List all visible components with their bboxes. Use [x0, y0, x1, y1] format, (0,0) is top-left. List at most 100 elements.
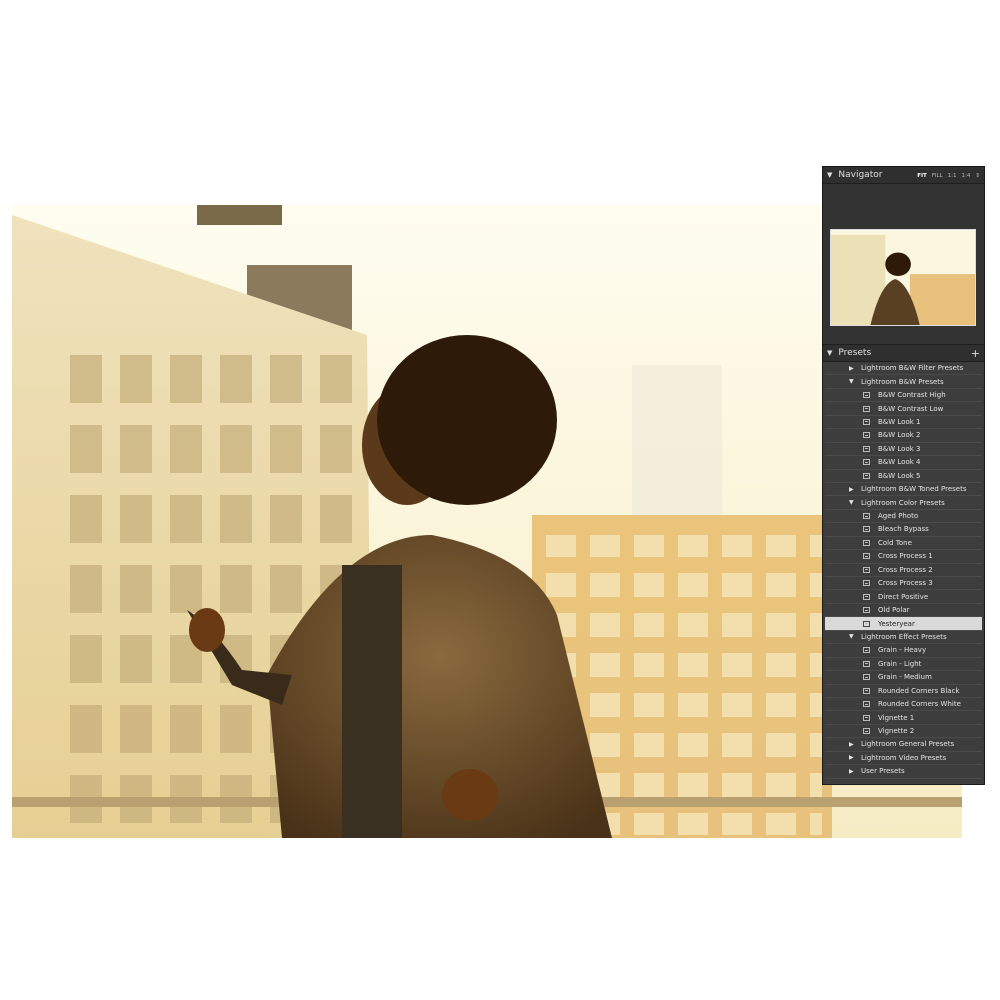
preset-label: B&W Contrast High — [878, 391, 946, 400]
preset-folder[interactable]: ▶ Lightroom B&W Filter Presets — [825, 362, 982, 376]
preset-icon — [863, 674, 870, 681]
preset-item[interactable]: Direct Positive — [825, 590, 982, 604]
preset-label: Lightroom Effect Presets — [861, 632, 947, 641]
preset-icon — [863, 580, 870, 587]
navigator-preview — [823, 184, 984, 345]
preset-item[interactable]: Cold Tone — [825, 537, 982, 551]
preset-icon — [863, 392, 870, 399]
preset-item[interactable]: Vignette 1 — [825, 711, 982, 725]
preset-folder[interactable]: ▼ Lightroom Color Presets — [825, 496, 982, 510]
collapsed-triangle-icon[interactable]: ▶ — [849, 486, 861, 493]
collapsed-triangle-icon[interactable]: ▶ — [849, 768, 861, 775]
photo-canvas — [12, 205, 962, 838]
preset-item[interactable]: Cross Process 1 — [825, 550, 982, 564]
preset-icon — [863, 607, 870, 614]
preset-item[interactable]: Bleach Bypass — [825, 523, 982, 537]
preset-item[interactable]: Cross Process 2 — [825, 564, 982, 577]
preset-item[interactable]: Grain - Heavy — [825, 644, 982, 658]
preset-folder[interactable]: ▶ Lightroom Video Presets — [825, 752, 982, 766]
zoom-1-4[interactable]: 1:4 — [962, 173, 971, 179]
preset-item[interactable]: Old Polar — [825, 604, 982, 618]
preset-icon — [863, 418, 870, 425]
preset-folder[interactable]: ▼ Lightroom B&W Presets — [825, 375, 982, 389]
preset-label: User Presets — [861, 767, 905, 776]
collapse-triangle-icon[interactable]: ▼ — [827, 349, 832, 357]
preset-folder[interactable]: ▼ Lightroom Effect Presets — [825, 631, 982, 645]
preset-label: B&W Look 5 — [878, 471, 921, 480]
preset-label: Lightroom B&W Presets — [861, 377, 944, 386]
preset-item[interactable]: Vignette 2 — [825, 725, 982, 739]
preset-item[interactable]: B&W Look 5 — [825, 470, 982, 483]
preset-folder[interactable]: ▶ Lightroom B&W Toned Presets — [825, 483, 982, 497]
preset-icon — [863, 728, 870, 735]
preset-label: Lightroom Color Presets — [861, 498, 945, 507]
preset-folder[interactable]: ▶ User Presets — [825, 765, 982, 779]
preset-item[interactable]: B&W Contrast Low — [825, 402, 982, 416]
preset-label: Lightroom B&W Toned Presets — [861, 485, 967, 494]
preset-icon — [863, 687, 870, 694]
preset-label: Rounded Corners Black — [878, 686, 960, 695]
preset-label: Cross Process 2 — [878, 565, 933, 574]
expanded-triangle-icon[interactable]: ▼ — [849, 499, 861, 506]
preset-label: B&W Contrast Low — [878, 404, 944, 413]
collapsed-triangle-icon[interactable]: ▶ — [849, 754, 861, 761]
preset-item[interactable]: Grain - Medium — [825, 671, 982, 685]
preset-item[interactable]: B&W Look 4 — [825, 456, 982, 470]
preset-icon — [863, 647, 870, 654]
preset-icon — [863, 432, 870, 439]
plus-icon[interactable]: + — [971, 347, 980, 360]
preset-item[interactable]: B&W Look 2 — [825, 429, 982, 443]
preset-icon — [863, 513, 870, 520]
preset-label: Rounded Corners White — [878, 700, 961, 709]
preset-item[interactable]: B&W Look 3 — [825, 443, 982, 457]
zoom-fill[interactable]: FILL — [932, 173, 943, 179]
preset-icon — [863, 472, 870, 479]
preset-icon — [863, 701, 870, 708]
preset-icon — [863, 539, 870, 546]
preset-icon — [863, 620, 870, 627]
preset-label: Vignette 2 — [878, 727, 915, 736]
preset-label: Direct Positive — [878, 592, 929, 601]
preset-item[interactable]: Grain - Light — [825, 658, 982, 672]
zoom-options: FIT FILL 1:1 1:4 ⇕ — [912, 170, 980, 180]
preset-item[interactable]: Rounded Corners White — [825, 698, 982, 712]
preset-icon — [863, 566, 870, 573]
preset-label: Bleach Bypass — [878, 525, 929, 534]
preset-label: B&W Look 3 — [878, 444, 921, 453]
preset-icon — [863, 459, 870, 466]
preset-item[interactable]: Yesteryear — [825, 617, 982, 631]
navigator-header[interactable]: ▼ Navigator FIT FILL 1:1 1:4 ⇕ — [823, 167, 984, 184]
zoom-1-1[interactable]: 1:1 — [948, 173, 957, 179]
preset-label: Grain - Light — [878, 659, 922, 668]
preset-item[interactable]: Aged Photo — [825, 510, 982, 524]
expanded-triangle-icon[interactable]: ▼ — [849, 378, 861, 385]
preset-label: Grain - Medium — [878, 673, 932, 682]
preset-item[interactable]: B&W Contrast High — [825, 389, 982, 403]
preset-label: B&W Look 4 — [878, 458, 921, 467]
right-panel: ▼ Navigator FIT FILL 1:1 1:4 ⇕ ▼ Presets + ▶… — [822, 166, 985, 785]
preset-icon — [863, 405, 870, 412]
preset-label: Vignette 1 — [878, 713, 915, 722]
preset-label: Cross Process 1 — [878, 552, 933, 561]
zoom-fit[interactable]: FIT — [917, 173, 927, 179]
preset-label: Lightroom B&W Filter Presets — [861, 364, 964, 373]
zoom-stepper-icon[interactable]: ⇕ — [975, 173, 980, 179]
preset-item[interactable]: B&W Look 1 — [825, 416, 982, 430]
presets-header[interactable]: ▼ Presets + — [823, 345, 984, 362]
preset-folder[interactable]: ▶ Lightroom General Presets — [825, 738, 982, 752]
preset-item[interactable]: Cross Process 3 — [825, 577, 982, 591]
navigator-thumbnail[interactable] — [830, 229, 976, 326]
collapsed-triangle-icon[interactable]: ▶ — [849, 741, 861, 748]
preset-label: B&W Look 1 — [878, 417, 921, 426]
preset-label: Cross Process 3 — [878, 579, 933, 588]
collapse-triangle-icon[interactable]: ▼ — [827, 171, 832, 179]
preset-label: Yesteryear — [878, 619, 915, 628]
preset-label: Grain - Heavy — [878, 646, 927, 655]
collapsed-triangle-icon[interactable]: ▶ — [849, 365, 861, 372]
preset-item[interactable]: Rounded Corners Black — [825, 685, 982, 698]
preset-icon — [863, 526, 870, 533]
preset-label: Aged Photo — [878, 512, 919, 521]
preset-label: B&W Look 2 — [878, 431, 921, 440]
expanded-triangle-icon[interactable]: ▼ — [849, 633, 861, 640]
preset-icon — [863, 660, 870, 667]
